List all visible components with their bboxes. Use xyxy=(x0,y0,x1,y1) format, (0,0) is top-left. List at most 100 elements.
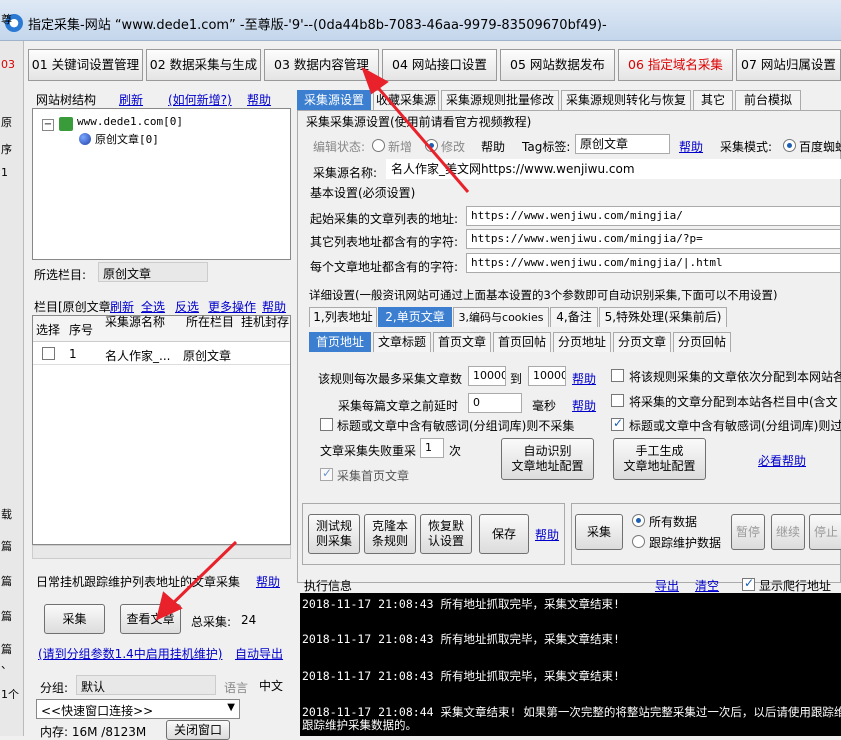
restore-default-line1: 恢复默 xyxy=(427,519,464,533)
tab-home-article[interactable]: 首页文章 xyxy=(433,332,491,352)
tag-input[interactable]: 原创文章 xyxy=(575,134,670,154)
delay-help-link[interactable]: 帮助 xyxy=(572,397,596,414)
tab-encoding[interactable]: 3,编码与cookies xyxy=(453,307,549,327)
tree-root[interactable]: www.dede1.com[0] xyxy=(77,115,183,128)
radio-new[interactable] xyxy=(372,139,385,152)
tab-site-interface[interactable]: 04 网站接口设置 xyxy=(382,49,497,81)
tab-list-url[interactable]: 1,列表地址 xyxy=(309,307,377,327)
save-help-link[interactable]: 帮助 xyxy=(535,526,559,543)
article-url-input[interactable]: https://www.wenjiwu.com/mingjia/|.html xyxy=(466,253,841,273)
tab-keyword[interactable]: 01 关键词设置管理 xyxy=(28,49,143,81)
tab-special[interactable]: 5,特殊处理(采集前后) xyxy=(599,307,727,327)
collapse-icon[interactable]: − xyxy=(42,119,54,131)
mode-value: 百度蜘蛛 xyxy=(799,140,841,154)
collect-first-page-checkbox[interactable] xyxy=(320,466,333,481)
clone-rule-line1: 克隆本 xyxy=(371,519,408,533)
manual-generate-button[interactable]: 手工生成 文章地址配置 xyxy=(613,438,706,480)
tab-page-article[interactable]: 分页文章 xyxy=(613,332,671,352)
daily-help-link[interactable]: 帮助 xyxy=(256,573,280,590)
source-table[interactable]: 选择 序号 采集源名称 所在栏目 挂机封存 1 名人作家_... 原创文章 xyxy=(32,315,291,545)
tab-source-settings[interactable]: 采集源设置 xyxy=(297,90,371,110)
radio-track-data[interactable] xyxy=(632,535,645,548)
tab-home-reply[interactable]: 首页回帖 xyxy=(493,332,551,352)
tree-refresh-link[interactable]: 刷新 xyxy=(119,91,143,108)
restore-default-button[interactable]: 恢复默 认设置 xyxy=(420,514,472,554)
source-name-input[interactable]: 名人作家_美文网https://www.wenjiwu.com xyxy=(386,159,841,179)
radio-all-data[interactable] xyxy=(632,514,645,527)
tab-collect-generate[interactable]: 02 数据采集与生成 xyxy=(146,49,261,81)
continue-button[interactable]: 继续 xyxy=(771,514,805,550)
log-clear-link[interactable]: 清空 xyxy=(695,577,719,594)
daily-collect-button[interactable]: 采集 xyxy=(44,604,105,634)
tab-remark[interactable]: 4,备注 xyxy=(550,307,598,327)
tab-publish[interactable]: 05 网站数据发布 xyxy=(500,49,615,81)
site-tree[interactable]: − www.dede1.com[0] 原创文章[0] xyxy=(32,108,291,260)
language-value[interactable]: 中文 xyxy=(259,677,283,694)
memory-info: 内存: 16M /8123M xyxy=(40,725,147,739)
tree-child[interactable]: 原创文章[0] xyxy=(95,131,159,147)
tab-single-article[interactable]: 2,单页文章 xyxy=(378,307,452,327)
tab-article-title[interactable]: 文章标题 xyxy=(373,332,431,352)
hint-link[interactable]: (请到分组参数1.4中启用挂机维护) xyxy=(38,645,222,662)
auto-detect-button[interactable]: 自动识别 文章地址配置 xyxy=(501,438,594,480)
delay-input[interactable]: 0 xyxy=(468,393,522,413)
sensitive-skip-checkbox[interactable] xyxy=(320,418,333,431)
tree-help-link[interactable]: 帮助 xyxy=(247,91,271,108)
tab-site-owner[interactable]: 07 网站归属设置 xyxy=(736,49,841,81)
total-value: 24 xyxy=(241,613,257,627)
view-article-button[interactable]: 查看文章 xyxy=(120,604,181,634)
save-button[interactable]: 保存 xyxy=(479,514,529,554)
radio-baidu-spider[interactable] xyxy=(783,139,796,152)
tab-home-url[interactable]: 首页地址 xyxy=(309,332,371,352)
retry-unit: 次 xyxy=(449,444,462,458)
status-help[interactable]: 帮助 xyxy=(481,138,505,155)
list-help-link[interactable]: 帮助 xyxy=(262,298,286,315)
start-url-input[interactable]: https://www.wenjiwu.com/mingjia/ xyxy=(466,206,841,226)
window-title: 指定采集-网站 “www.dede1.com” -至尊版-'9'--(0da44… xyxy=(28,18,607,33)
row-checkbox[interactable] xyxy=(42,347,55,360)
tab-content-manage[interactable]: 03 数据内容管理 xyxy=(264,49,379,81)
log-export-link[interactable]: 导出 xyxy=(655,577,679,594)
tag-help-link[interactable]: 帮助 xyxy=(679,138,703,155)
tab-page-url[interactable]: 分页地址 xyxy=(553,332,611,352)
tab-page-reply[interactable]: 分页回帖 xyxy=(673,332,731,352)
show-crawl-checkbox[interactable] xyxy=(742,576,755,591)
auto-export-link[interactable]: 自动导出 xyxy=(235,645,283,662)
max-from-input[interactable]: 10000 xyxy=(468,366,506,386)
tab-other[interactable]: 其它 xyxy=(693,90,733,110)
tab-batch-modify[interactable]: 采集源规则批量修改 xyxy=(441,90,559,110)
collect-button[interactable]: 采集 xyxy=(575,514,623,550)
retry-input[interactable]: 1 xyxy=(420,438,444,458)
list-refresh-link[interactable]: 刷新 xyxy=(110,298,134,315)
language-label: 语言 xyxy=(224,681,249,695)
close-window-button[interactable]: 关闭窗口 xyxy=(166,720,230,740)
radio-new-label: 新增 xyxy=(388,140,413,154)
tab-convert-restore[interactable]: 采集源规则转化与恢复 xyxy=(561,90,691,110)
quick-window-select[interactable]: <<快速窗口连接>> ▼ xyxy=(36,699,240,719)
test-rule-button[interactable]: 测试规 则采集 xyxy=(308,514,360,554)
must-read-help-link[interactable]: 必看帮助 xyxy=(758,452,806,469)
group-value[interactable]: 默认 xyxy=(76,675,216,695)
other-list-input[interactable]: https://www.wenjiwu.com/mingjia/?p= xyxy=(466,229,841,249)
radio-edit[interactable] xyxy=(425,139,438,152)
select-all-link[interactable]: 全选 xyxy=(141,298,165,315)
assign-columns-checkbox[interactable] xyxy=(611,394,624,407)
stop-button[interactable]: 停止 xyxy=(809,514,841,550)
tab-frontend-sim[interactable]: 前台模拟 xyxy=(735,90,801,110)
table-row[interactable]: 1 名人作家_... 原创文章 xyxy=(33,343,290,365)
max-to-input[interactable]: 10000 xyxy=(528,366,566,386)
clone-rule-button[interactable]: 克隆本 条规则 xyxy=(364,514,416,554)
max-help-link[interactable]: 帮助 xyxy=(572,370,596,387)
tab-domain-collect[interactable]: 06 指定域名采集 xyxy=(618,49,733,81)
log-output[interactable]: 2018-11-17 21:08:43 所有地址抓取完毕，采集文章结束! 201… xyxy=(300,593,841,736)
how-add-link[interactable]: (如何新增?) xyxy=(168,91,232,108)
table-scrollbar[interactable] xyxy=(32,545,291,559)
pause-button[interactable]: 暂停 xyxy=(731,514,765,550)
bg-text: 原 xyxy=(1,116,12,129)
more-actions-link[interactable]: 更多操作 xyxy=(208,298,256,315)
sensitive-filter-checkbox[interactable] xyxy=(611,416,624,431)
distribute-checkbox[interactable] xyxy=(611,369,624,382)
bg-text: 篇 xyxy=(1,643,12,656)
invert-select-link[interactable]: 反选 xyxy=(175,298,199,315)
tab-favorites[interactable]: 收藏采集源 xyxy=(373,90,439,110)
